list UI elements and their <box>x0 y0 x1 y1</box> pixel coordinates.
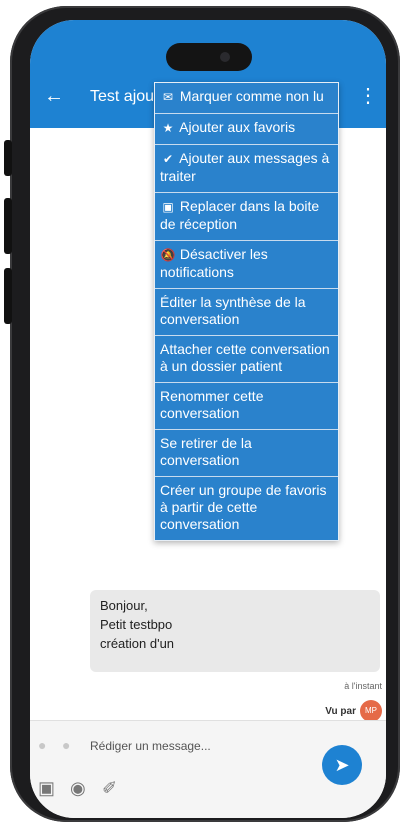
volume-up-button <box>4 198 12 254</box>
menu-item-7[interactable]: Attacher cette conversation à un dossier… <box>155 336 338 383</box>
message-bubble[interactable]: Bonjour, Petit testbpo création d'un <box>90 590 380 672</box>
message-line-2: Petit testbpo <box>100 617 173 632</box>
bell-slash-icon: 🔕 <box>160 248 176 262</box>
menu-item-label: Ajouter aux messages à traiter <box>160 150 330 184</box>
star-icon: ★ <box>162 121 174 135</box>
envelope-icon: ✉ <box>162 90 174 104</box>
seen-by-label: Vu par <box>325 706 356 717</box>
menu-item-label: Désactiver les notifications <box>160 246 268 280</box>
menu-item-10[interactable]: Créer un groupe de favoris à partir de c… <box>155 477 338 540</box>
camera-notch <box>166 43 252 71</box>
message-input[interactable]: Rédiger un message... <box>90 739 211 753</box>
menu-item-label: Ajouter aux favoris <box>179 119 296 135</box>
menu-item-1[interactable]: ✉ Marquer comme non lu <box>155 83 338 114</box>
more-vertical-icon[interactable]: ⋮ <box>358 84 378 108</box>
check-icon: ✔ <box>162 152 174 166</box>
menu-item-label: Éditer la synthèse de la conversation <box>160 294 306 327</box>
message-line-3: création d'un <box>100 636 175 651</box>
menu-item-4[interactable]: ▣ Replacer dans la boite de réception <box>155 193 338 241</box>
menu-item-label: Créer un groupe de favoris à partir de c… <box>160 482 327 532</box>
gallery-icon[interactable]: ▣ <box>38 778 55 799</box>
menu-item-label: Renommer cette conversation <box>160 388 264 421</box>
help-icon[interactable]: ● <box>62 737 70 753</box>
alert-icon[interactable]: ● <box>38 737 46 753</box>
menu-item-3[interactable]: ✔ Ajouter aux messages à traiter <box>155 145 338 193</box>
inbox-icon: ▣ <box>162 200 174 214</box>
back-arrow-icon[interactable]: ← <box>44 84 64 108</box>
message-timestamp: à l'instant <box>344 681 382 691</box>
conversation-options-menu: ✉ Marquer comme non lu ★ Ajouter aux favo… <box>154 82 339 541</box>
menu-item-label: Replacer dans la boite de réception <box>160 198 320 232</box>
send-button[interactable]: ➤ <box>322 745 362 785</box>
attachment-icon[interactable]: ✐ <box>102 778 117 799</box>
menu-item-label: Marquer comme non lu <box>179 88 324 104</box>
menu-item-label: Se retirer de la conversation <box>160 435 252 468</box>
menu-item-8[interactable]: Renommer cette conversation <box>155 383 338 430</box>
mute-switch <box>4 140 12 176</box>
menu-item-2[interactable]: ★ Ajouter aux favoris <box>155 114 338 145</box>
menu-item-5[interactable]: 🔕 Désactiver les notifications <box>155 241 338 289</box>
menu-item-9[interactable]: Se retirer de la conversation <box>155 430 338 477</box>
camera-icon[interactable]: ◉ <box>70 778 86 799</box>
volume-down-button <box>4 268 12 324</box>
seen-by-avatar[interactable]: MP <box>360 700 382 722</box>
message-line-1: Bonjour, <box>100 598 148 613</box>
menu-item-6[interactable]: Éditer la synthèse de la conversation <box>155 289 338 336</box>
menu-item-label: Attacher cette conversation à un dossier… <box>160 341 330 374</box>
